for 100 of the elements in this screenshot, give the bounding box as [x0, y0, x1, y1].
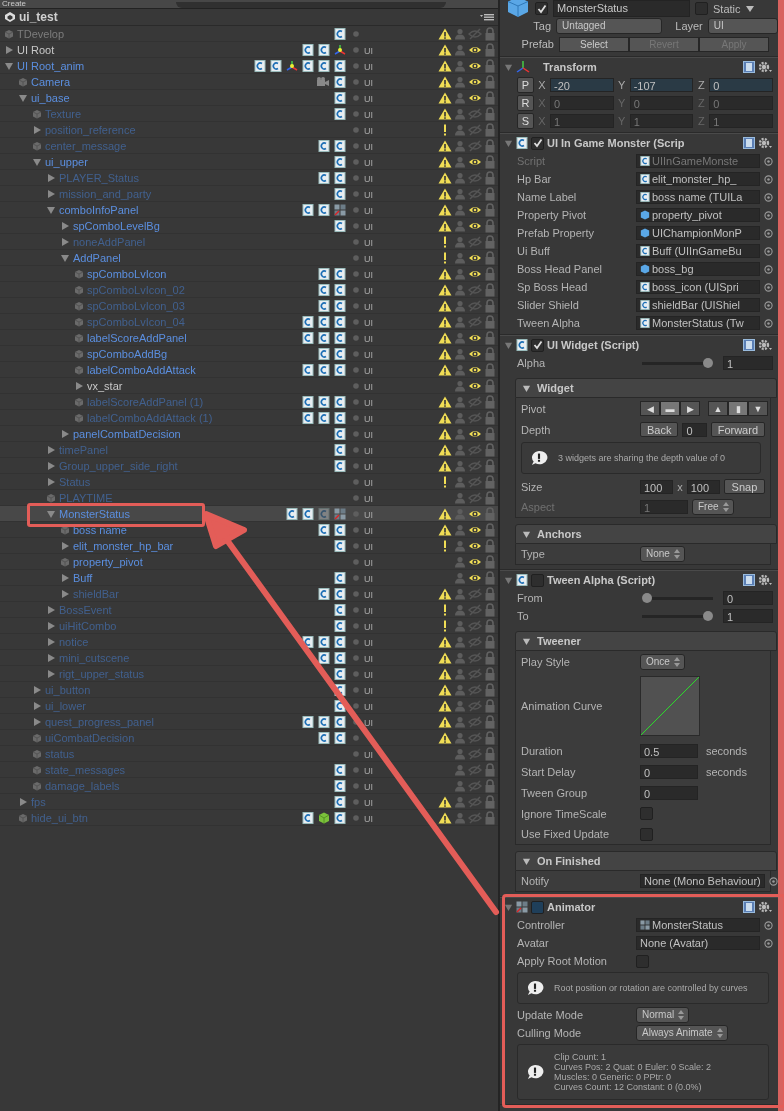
forward-button[interactable]: Forward	[710, 422, 765, 437]
enabled-checkbox[interactable]	[531, 573, 544, 587]
tag-dropdown[interactable]: Untagged	[556, 18, 663, 34]
active-checkbox[interactable]	[535, 2, 548, 15]
slider-thumb[interactable]	[642, 593, 652, 603]
expand-arrow-icon[interactable]	[46, 476, 56, 487]
number-field[interactable]: -107	[629, 78, 694, 92]
hierarchy-row[interactable]: Buff UI	[0, 570, 498, 586]
hierarchy-row[interactable]: Group_upper_side_right UI	[0, 458, 498, 474]
number-field[interactable]: -20	[550, 78, 614, 92]
number-field[interactable]: 0	[640, 785, 698, 800]
hierarchy-row[interactable]: hide_ui_btn UI	[0, 810, 498, 826]
object-field[interactable]: boss_bg	[636, 262, 760, 276]
hierarchy-row[interactable]: noneAddPanel UI	[0, 234, 498, 250]
dropdown[interactable]: Always Animate	[636, 1025, 728, 1041]
hierarchy-row[interactable]: ui_base UI	[0, 90, 498, 106]
hierarchy-row[interactable]: mission_and_party UI	[0, 186, 498, 202]
person-icon[interactable]	[453, 763, 467, 776]
dropdown[interactable]: Normal	[636, 1007, 690, 1023]
number-field[interactable]: 100	[640, 479, 674, 494]
section-header[interactable]: On Finished	[515, 851, 777, 871]
hidden-eye-icon[interactable]	[468, 299, 482, 312]
lock-icon[interactable]	[483, 650, 497, 665]
person-icon[interactable]	[453, 683, 467, 696]
expand-arrow-icon[interactable]	[60, 236, 70, 247]
object-picker-icon[interactable]	[768, 876, 778, 886]
hierarchy-row[interactable]: BossEvent UI	[0, 602, 498, 618]
expand-arrow-icon[interactable]	[18, 796, 28, 807]
hidden-eye-icon[interactable]	[468, 619, 482, 632]
person-icon[interactable]	[453, 731, 467, 744]
object-field[interactable]: property_pivot	[636, 208, 760, 222]
foldout-arrow-icon[interactable]	[522, 383, 531, 393]
person-icon[interactable]	[453, 299, 467, 312]
section-header[interactable]: Anchors	[515, 524, 777, 544]
person-icon[interactable]	[453, 747, 467, 760]
lock-icon[interactable]	[483, 698, 497, 713]
settings-icon[interactable]	[758, 61, 772, 73]
hierarchy-row[interactable]: damage_labels UI	[0, 778, 498, 794]
lock-icon[interactable]	[483, 634, 497, 649]
hierarchy-row[interactable]: status UI	[0, 746, 498, 762]
foldout-arrow-icon[interactable]	[504, 138, 513, 148]
collapse-arrow-icon[interactable]	[46, 508, 56, 519]
person-icon[interactable]	[453, 651, 467, 664]
expand-arrow-icon[interactable]	[46, 620, 56, 631]
pivot-button[interactable]: ▬	[660, 401, 680, 416]
enabled-checkbox[interactable]	[531, 338, 544, 352]
hierarchy-row[interactable]: ui_lower UI	[0, 698, 498, 714]
search-field[interactable]	[176, 2, 446, 8]
lock-icon[interactable]	[483, 762, 497, 777]
hierarchy-row[interactable]: mini_cutscene UI	[0, 650, 498, 666]
foldout-arrow-icon[interactable]	[522, 856, 531, 866]
hierarchy-row[interactable]: panelCombatDecision UI	[0, 426, 498, 442]
number-field[interactable]: 0.5	[640, 743, 698, 758]
lock-icon[interactable]	[483, 714, 497, 729]
hierarchy-row[interactable]: uiHitCombo UI	[0, 618, 498, 634]
reset-button[interactable]: S	[517, 113, 534, 129]
person-icon[interactable]	[453, 603, 467, 616]
expand-arrow-icon[interactable]	[32, 684, 42, 695]
pivot-button[interactable]: ▶	[680, 401, 700, 416]
number-field[interactable]: 100	[686, 479, 720, 494]
object-field[interactable]: elit_monster_hp_	[636, 172, 760, 186]
help-book-icon[interactable]	[743, 901, 755, 913]
help-book-icon[interactable]	[743, 61, 755, 73]
hidden-eye-icon[interactable]	[468, 795, 482, 808]
hidden-eye-icon[interactable]	[468, 699, 482, 712]
hierarchy-row[interactable]: vx_star UI	[0, 378, 498, 394]
help-book-icon[interactable]	[743, 339, 755, 351]
static-checkbox[interactable]	[695, 2, 708, 15]
name-field[interactable]: MonsterStatus	[553, 0, 690, 17]
foldout-arrow-icon[interactable]	[504, 62, 513, 72]
checkbox[interactable]	[636, 954, 649, 968]
number-field[interactable]: 0	[682, 422, 707, 437]
object-field[interactable]: boss name (TUILa	[636, 190, 760, 204]
enabled-checkbox[interactable]	[531, 136, 544, 150]
foldout-arrow-icon[interactable]	[504, 902, 513, 912]
hidden-eye-icon[interactable]	[468, 731, 482, 744]
expand-arrow-icon[interactable]	[32, 716, 42, 727]
object-field[interactable]: None (Avatar)	[636, 936, 760, 950]
lock-icon[interactable]	[483, 666, 497, 681]
back-button[interactable]: Back	[640, 422, 679, 437]
pivot-button[interactable]: ▼	[748, 401, 768, 416]
expand-arrow-icon[interactable]	[46, 444, 56, 455]
enabled-checkbox[interactable]	[531, 900, 544, 914]
expand-arrow-icon[interactable]	[46, 604, 56, 615]
hierarchy-row[interactable]: AddPanel UI	[0, 250, 498, 266]
hidden-eye-icon[interactable]	[468, 811, 482, 824]
lock-icon[interactable]	[483, 458, 497, 473]
hierarchy-row[interactable]: Status UI	[0, 474, 498, 490]
menu-icon[interactable]	[480, 13, 494, 21]
object-field[interactable]: Buff (UIInGameBu	[636, 244, 760, 258]
checkbox[interactable]	[640, 807, 653, 820]
dropdown[interactable]: Once	[640, 653, 685, 670]
hierarchy-row[interactable]: property_pivot UI	[0, 554, 498, 570]
person-icon[interactable]	[453, 811, 467, 824]
hierarchy-row[interactable]: fps UI	[0, 794, 498, 810]
pivot-button[interactable]: ▲	[708, 401, 728, 416]
slider-thumb[interactable]	[703, 358, 713, 368]
settings-icon[interactable]	[758, 137, 772, 149]
hidden-eye-icon[interactable]	[468, 747, 482, 760]
settings-icon[interactable]	[758, 574, 772, 586]
